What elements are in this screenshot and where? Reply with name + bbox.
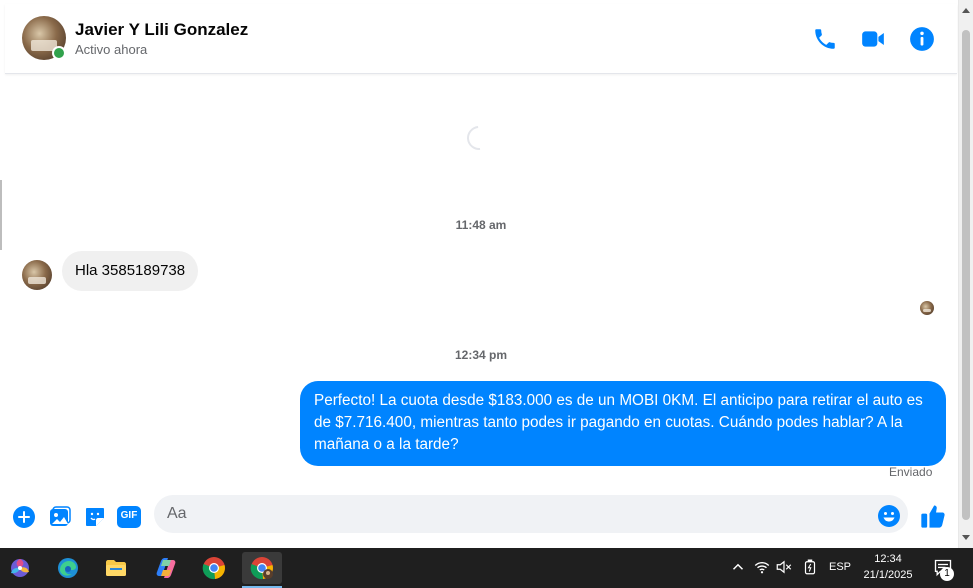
loading-spinner-icon — [462, 121, 496, 155]
emoji-icon[interactable] — [877, 504, 901, 528]
photo-icon[interactable] — [48, 505, 72, 529]
scrollbar-thumb[interactable] — [962, 30, 970, 520]
chat-header: Javier Y Lili Gonzalez Activo ahora — [5, 4, 957, 74]
scrollbar[interactable] — [958, 0, 973, 548]
wifi-icon[interactable] — [753, 558, 771, 576]
taskbar-chrome[interactable] — [194, 552, 234, 584]
edge-browser-icon — [58, 558, 78, 578]
outgoing-message[interactable]: Perfecto! La cuota desde $183.000 es de … — [300, 381, 946, 466]
taskbar-chrome-profile[interactable] — [242, 552, 282, 588]
phone-icon[interactable] — [812, 26, 838, 52]
plus-icon[interactable] — [12, 505, 36, 529]
copilot-icon — [156, 558, 176, 578]
scroll-up-icon[interactable] — [962, 8, 970, 13]
thumbs-up-icon[interactable] — [919, 502, 947, 530]
online-status-dot — [52, 46, 66, 60]
sent-status: Enviado — [889, 465, 933, 479]
chrome-icon — [202, 557, 225, 580]
message-input-wrapper — [154, 495, 908, 533]
battery-charging-icon[interactable] — [801, 558, 819, 576]
sticker-icon[interactable] — [83, 505, 107, 529]
clock-time: 12:34 — [874, 553, 902, 565]
incoming-message[interactable]: Hla 3585189738 — [62, 251, 199, 291]
language-indicator[interactable]: ESP — [829, 561, 851, 573]
scroll-down-icon[interactable] — [962, 535, 970, 540]
gif-icon[interactable]: GIF — [117, 506, 141, 528]
message-input[interactable] — [167, 495, 867, 533]
seen-receipt-avatar — [920, 301, 934, 315]
taskbar-edge[interactable] — [48, 552, 88, 584]
volume-muted-icon[interactable] — [775, 558, 793, 576]
video-camera-icon[interactable] — [860, 26, 886, 52]
info-icon[interactable] — [909, 26, 935, 52]
notification-count-badge: 1 — [940, 567, 954, 581]
window-edge — [0, 180, 2, 250]
taskbar-app-1[interactable] — [0, 552, 40, 584]
timestamp: 12:34 pm — [454, 348, 508, 362]
chat-window: Javier Y Lili Gonzalez Activo ahora 11:4… — [5, 4, 957, 546]
timestamp: 11:48 am — [455, 218, 507, 232]
system-clock[interactable]: 12:34 21/1/2025 — [860, 551, 916, 583]
clock-date: 21/1/2025 — [863, 569, 913, 581]
taskbar-copilot[interactable] — [146, 552, 186, 584]
pinwheel-app-icon — [11, 559, 29, 577]
taskbar-file-explorer[interactable] — [96, 552, 136, 584]
folder-icon — [106, 560, 126, 576]
gif-label: GIF — [120, 510, 138, 521]
sender-avatar[interactable] — [22, 260, 52, 290]
contact-name[interactable]: Javier Y Lili Gonzalez — [75, 20, 248, 40]
chrome-profile-icon — [250, 557, 273, 580]
chevron-up-icon[interactable] — [729, 558, 747, 576]
contact-status: Activo ahora — [75, 42, 148, 57]
taskbar: ESP 12:34 21/1/2025 1 — [0, 548, 973, 588]
